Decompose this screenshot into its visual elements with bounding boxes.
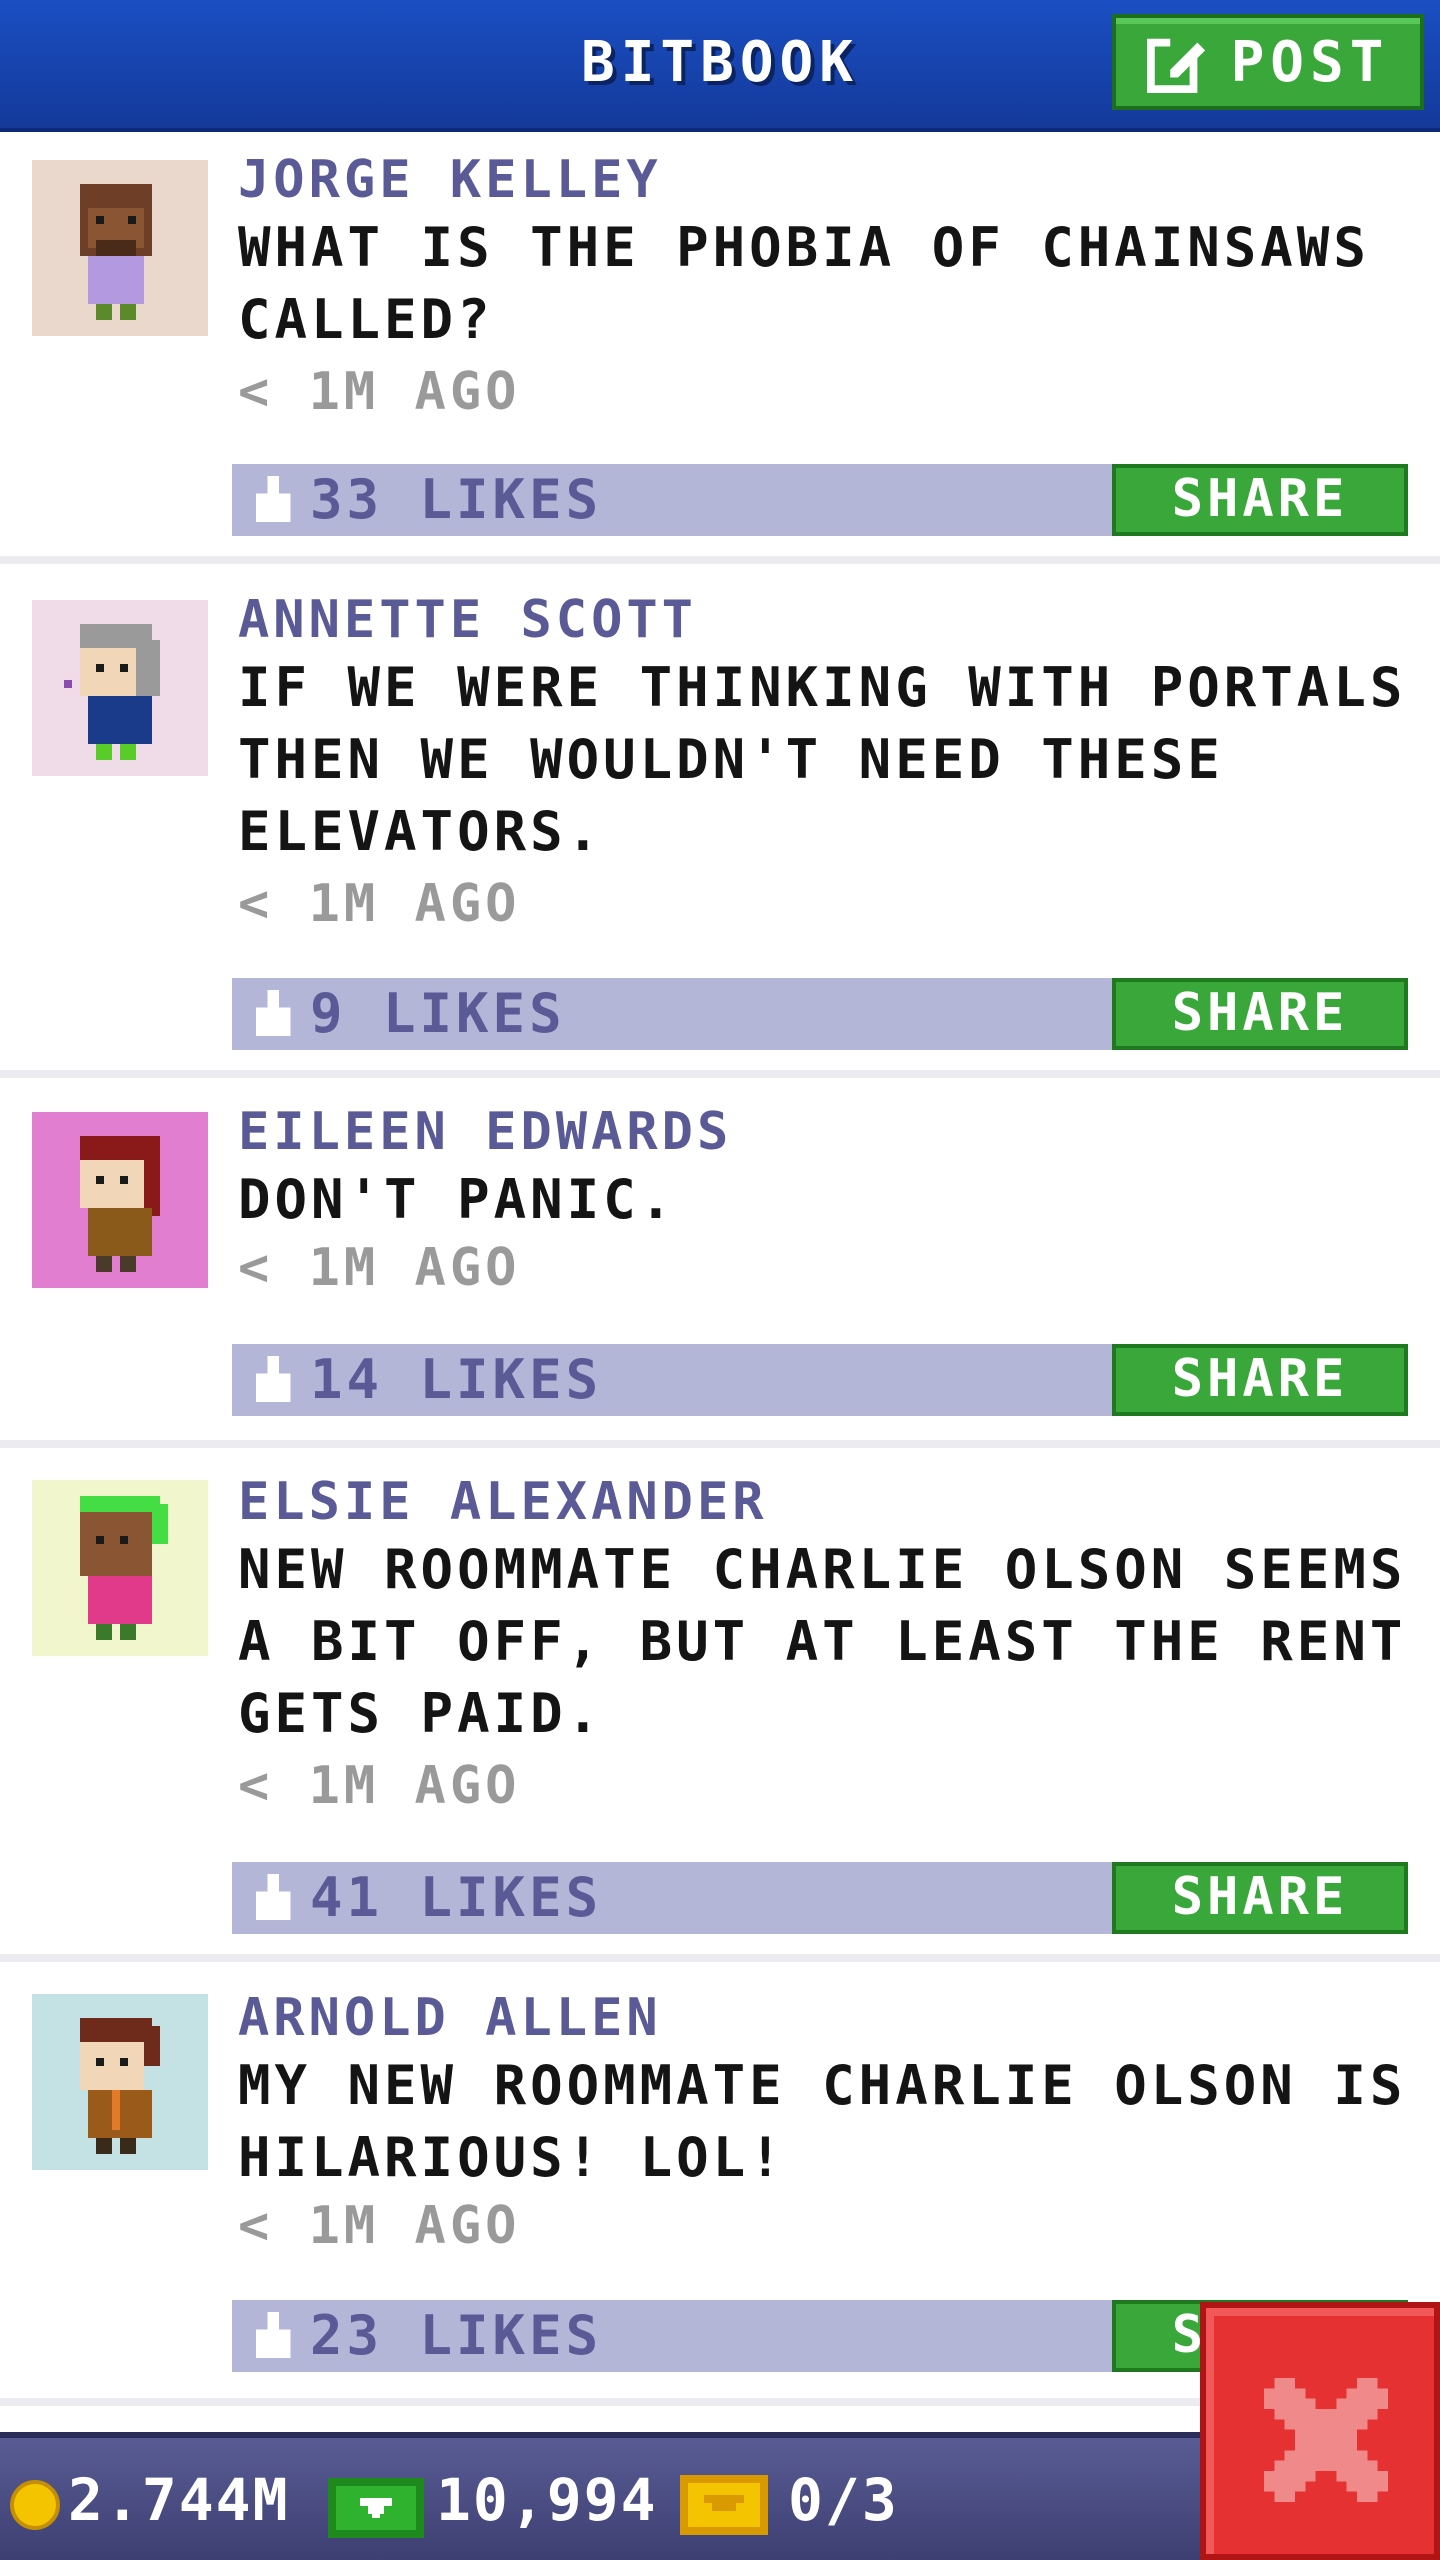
post-text: IF WE WERE THINKING WITH PORTALS THEN WE… <box>238 656 1407 863</box>
close-button[interactable] <box>1200 2302 1440 2560</box>
avatar[interactable] <box>32 1994 208 2170</box>
thumbs-up-icon <box>255 1874 291 1920</box>
ticket-count: 0/3 <box>788 2466 899 2534</box>
post-button-label: POST <box>1230 29 1390 95</box>
share-button[interactable]: SHARE <box>1112 1344 1408 1416</box>
thumbs-up-icon <box>255 476 291 522</box>
thumbs-up-icon <box>255 2312 291 2358</box>
like-button[interactable]: 9 LIKES SHARE <box>232 978 1408 1050</box>
post-timestamp: < 1M AGO <box>238 362 521 422</box>
close-icon <box>1264 2378 1388 2502</box>
like-button[interactable]: 41 LIKES SHARE <box>232 1862 1408 1934</box>
compose-icon <box>1146 34 1205 93</box>
feed-post: JORGE KELLEY WHAT IS THE PHOBIA OF CHAIN… <box>0 132 1440 564</box>
top-header: BITBOOK POST <box>0 0 1440 132</box>
bux-count: 10,994 <box>436 2466 658 2534</box>
post-text: WHAT IS THE PHOBIA OF CHAINSAWS CALLED? <box>238 216 1370 351</box>
like-count: 23 LIKES <box>310 2304 603 2367</box>
post-text: DON'T PANIC. <box>238 1168 677 1231</box>
feed-post: ELSIE ALEXANDER NEW ROOMMATE CHARLIE OLS… <box>0 1452 1440 1962</box>
post-timestamp: < 1M AGO <box>238 1756 521 1816</box>
post-author-name[interactable]: ELSIE ALEXANDER <box>238 1472 768 1532</box>
tower-bux-icon <box>328 2478 424 2538</box>
like-count: 33 LIKES <box>310 468 603 531</box>
like-button[interactable]: 14 LIKES SHARE <box>232 1344 1408 1416</box>
like-count: 41 LIKES <box>310 1866 603 1929</box>
feed-post: EILEEN EDWARDS DON'T PANIC. < 1M AGO 14 … <box>0 1082 1440 1448</box>
avatar[interactable] <box>32 1112 208 1288</box>
like-count: 9 LIKES <box>310 982 566 1045</box>
like-button[interactable]: 33 LIKES SHARE <box>232 464 1408 536</box>
share-button[interactable]: SHARE <box>1112 978 1408 1050</box>
avatar[interactable] <box>32 160 208 336</box>
vip-ticket-icon <box>680 2475 768 2535</box>
post-author-name[interactable]: EILEEN EDWARDS <box>238 1102 732 1162</box>
share-button[interactable]: SHARE <box>1112 1862 1408 1934</box>
post-author-name[interactable]: ARNOLD ALLEN <box>238 1988 662 2048</box>
post-timestamp: < 1M AGO <box>238 1238 521 1298</box>
feed-post: ANNETTE SCOTT IF WE WERE THINKING WITH P… <box>0 568 1440 1078</box>
post-author-name[interactable]: JORGE KELLEY <box>238 150 662 210</box>
post-author-name[interactable]: ANNETTE SCOTT <box>238 590 697 650</box>
post-timestamp: < 1M AGO <box>238 874 521 934</box>
like-count: 14 LIKES <box>310 1348 603 1411</box>
avatar[interactable] <box>32 1480 208 1656</box>
share-button[interactable]: SHARE <box>1112 464 1408 536</box>
coin-icon <box>10 2480 60 2530</box>
coin-count: 2.744M <box>68 2466 290 2534</box>
avatar[interactable] <box>32 600 208 776</box>
post-timestamp: < 1M AGO <box>238 2196 521 2256</box>
thumbs-up-icon <box>255 990 291 1036</box>
post-button[interactable]: POST <box>1112 14 1424 110</box>
thumbs-up-icon <box>255 1356 291 1402</box>
post-text: MY NEW ROOMMATE CHARLIE OLSON IS HILARIO… <box>238 2054 1407 2189</box>
post-text: NEW ROOMMATE CHARLIE OLSON SEEMS A BIT O… <box>238 1538 1407 1745</box>
